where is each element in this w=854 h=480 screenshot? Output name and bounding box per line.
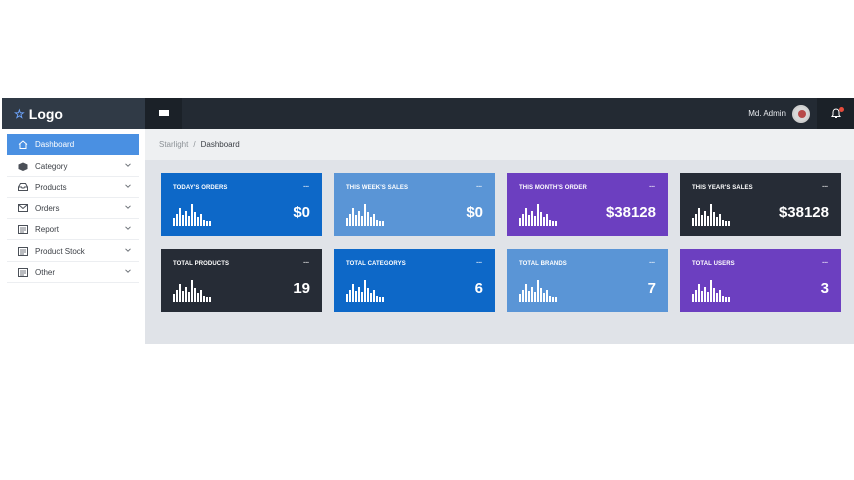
card-more-button[interactable]: ... (822, 182, 828, 189)
chevron-down-icon (125, 269, 131, 273)
chevron-down-icon (125, 163, 131, 167)
dashboard-app: ☆ Logo Md. Admin Dashboard Category Prod… (2, 98, 854, 344)
card-more-button[interactable]: ... (476, 182, 482, 189)
notification-dot (838, 107, 844, 112)
card-label: TODAY'S ORDERS (173, 185, 228, 191)
bar-chart-icon (173, 280, 211, 302)
sidebar-item-other[interactable]: Other (7, 262, 139, 283)
hamburger-icon (158, 109, 169, 118)
sidebar-item-dashboard[interactable]: Dashboard (7, 134, 139, 155)
bar-chart-icon (692, 204, 730, 226)
card-more-button[interactable]: ... (649, 258, 655, 265)
star-icon: ☆ (14, 106, 25, 121)
inbox-icon (17, 182, 29, 192)
card-label: THIS WEEK'S SALES (346, 185, 409, 191)
chevron-down-icon (125, 205, 131, 209)
brand-logo[interactable]: ☆ Logo (2, 98, 145, 129)
stat-card-total-brands[interactable]: TOTAL BRANDS ... 7 (507, 249, 668, 312)
sidebar-item-label: Report (35, 224, 60, 234)
bar-chart-icon (173, 204, 211, 226)
breadcrumb: Starlight / Dashboard (145, 129, 854, 160)
stat-card-todays-orders[interactable]: TODAY'S ORDERS ... $0 (161, 173, 322, 236)
card-more-button[interactable]: ... (822, 258, 828, 265)
stat-card-total-users[interactable]: TOTAL USERS ... 3 (680, 249, 841, 312)
card-label: TOTAL PRODUCTS (173, 261, 230, 267)
bar-chart-icon (519, 204, 557, 226)
sidebar-item-product-stock[interactable]: Product Stock (7, 241, 139, 262)
chevron-down-icon (125, 248, 131, 252)
envelope-icon (17, 203, 29, 213)
card-label: TOTAL CATEGORYS (346, 261, 406, 267)
sidebar: Dashboard Category Products Orders Repor… (2, 129, 145, 344)
sidebar-item-category[interactable]: Category (7, 156, 139, 177)
card-label: THIS MONTH'S ORDER (519, 185, 587, 191)
bar-chart-icon (692, 280, 730, 302)
stat-card-total-categorys[interactable]: TOTAL CATEGORYS ... 6 (334, 249, 495, 312)
list-icon (17, 246, 29, 256)
card-more-button[interactable]: ... (303, 258, 309, 265)
user-name: Md. Admin (748, 109, 786, 118)
card-more-button[interactable]: ... (303, 182, 309, 189)
sidebar-item-label: Product Stock (35, 246, 85, 256)
top-navbar: Md. Admin (145, 98, 854, 129)
card-value: $38128 (778, 204, 829, 221)
breadcrumb-root-link[interactable]: Starlight (159, 140, 188, 149)
stat-card-total-products[interactable]: TOTAL PRODUCTS ... 19 (161, 249, 322, 312)
card-label: THIS YEAR'S SALES (692, 185, 753, 191)
list-icon (17, 267, 29, 277)
sidebar-item-products[interactable]: Products (7, 177, 139, 198)
breadcrumb-separator: / (193, 140, 196, 149)
card-more-button[interactable]: ... (649, 182, 655, 189)
sidebar-item-report[interactable]: Report (7, 219, 139, 240)
box-icon (17, 161, 29, 171)
main-content: Starlight / Dashboard TODAY'S ORDERS ...… (145, 129, 854, 344)
card-value: 19 (293, 280, 310, 297)
stat-card-months-order[interactable]: THIS MONTH'S ORDER ... $38128 (507, 173, 668, 236)
bar-chart-icon (346, 204, 384, 226)
chevron-down-icon (125, 184, 131, 188)
avatar[interactable] (792, 104, 810, 123)
logo-text: Logo (28, 105, 63, 122)
card-value: 6 (474, 280, 483, 297)
notifications-button[interactable] (817, 98, 854, 129)
bar-chart-icon (519, 280, 557, 302)
sidebar-item-label: Dashboard (35, 140, 75, 149)
card-more-button[interactable]: ... (476, 258, 482, 265)
bar-chart-icon (346, 280, 384, 302)
stat-card-years-sales[interactable]: THIS YEAR'S SALES ... $38128 (680, 173, 841, 236)
sidebar-item-label: Orders (35, 203, 60, 213)
card-value: $38128 (605, 204, 656, 221)
sidebar-item-label: Other (35, 267, 56, 277)
list-icon (17, 224, 29, 234)
user-menu[interactable]: Md. Admin (748, 98, 810, 129)
sidebar-item-label: Category (35, 161, 68, 171)
menu-toggle-button[interactable] (145, 98, 182, 129)
card-value: 3 (820, 280, 829, 297)
breadcrumb-current: Dashboard (200, 140, 240, 149)
sidebar-item-orders[interactable]: Orders (7, 198, 139, 219)
sidebar-item-label: Products (35, 182, 67, 192)
home-icon (17, 140, 29, 150)
stat-card-weeks-sales[interactable]: THIS WEEK'S SALES ... $0 (334, 173, 495, 236)
card-value: $0 (293, 204, 310, 221)
card-label: TOTAL USERS (692, 261, 735, 267)
card-label: TOTAL BRANDS (519, 261, 567, 267)
card-value: 7 (647, 280, 656, 297)
card-value: $0 (466, 204, 483, 221)
bell-icon (830, 107, 844, 119)
chevron-down-icon (125, 226, 131, 230)
